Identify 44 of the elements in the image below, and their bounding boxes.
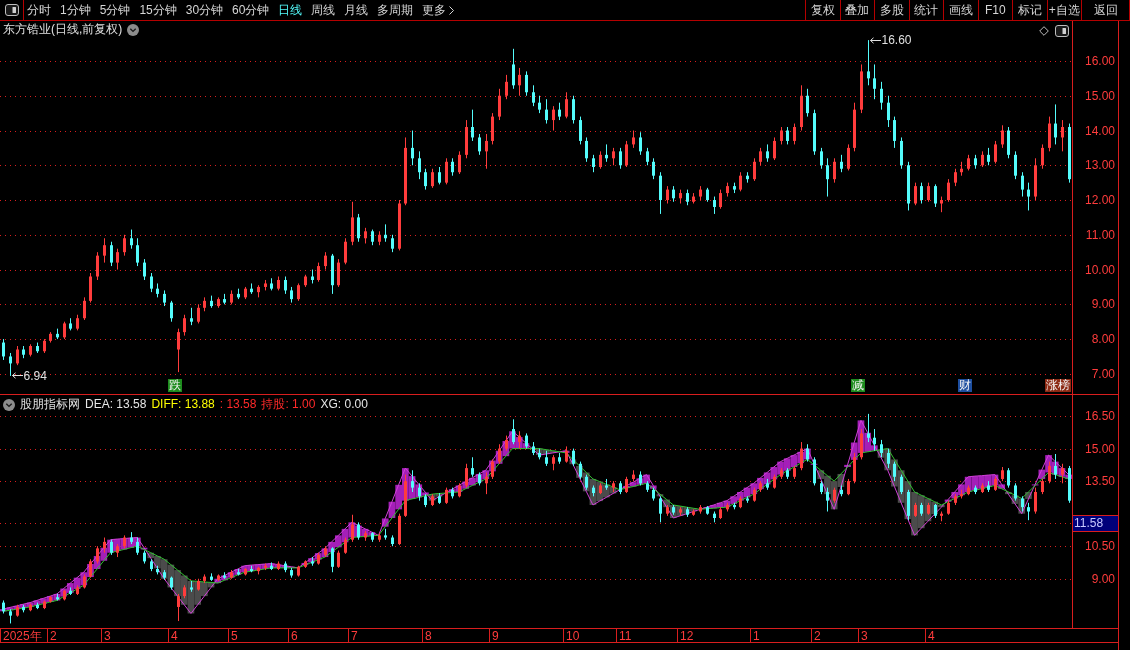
signal-tag: 涨榜 — [1045, 379, 1071, 392]
high-price-label: 16.60 — [881, 33, 912, 48]
price-axis-label: 11.00 — [1085, 227, 1115, 242]
price-axis-label: 13.50 — [1084, 474, 1115, 489]
time-axis-label: 11 — [616, 629, 632, 643]
time-axis-label: 2025年 — [0, 629, 42, 643]
price-axis-label: 10.50 — [1084, 539, 1115, 554]
price-tag: 11.58 — [1073, 514, 1118, 532]
price-axis-label: 13.00 — [1084, 158, 1115, 173]
price-axis-label: 9.00 — [1091, 297, 1115, 312]
indicator-reading: XG: 0.00 — [320, 397, 368, 412]
time-axis-label: 5 — [228, 629, 238, 643]
price-axis-label: 10.00 — [1084, 262, 1115, 277]
price-axis-label: 12.00 — [1084, 193, 1115, 207]
time-axis-label: 8 — [422, 629, 432, 643]
time-axis-label: 2 — [811, 629, 821, 643]
signal-tag: 跌 — [168, 379, 182, 392]
time-axis-label: 2 — [47, 629, 57, 643]
time-axis-label: 7 — [348, 629, 358, 643]
price-axis-label: 9.00 — [1091, 571, 1115, 586]
price-axis-label: 16.00 — [1084, 53, 1115, 68]
signal-tag: 财 — [958, 379, 972, 392]
stock-title: 东方锆业(日线,前复权) — [3, 22, 123, 37]
price-axis-label: 8.00 — [1091, 332, 1115, 347]
time-axis-label: 10 — [563, 629, 580, 643]
time-axis-label: 3 — [101, 629, 111, 643]
time-axis-label: 1 — [750, 629, 760, 643]
price-axis-label: 7.00 — [1091, 366, 1115, 381]
time-axis-label: 9 — [489, 629, 499, 643]
indicator-reading: DEA: 13.58 — [85, 397, 147, 412]
time-axis-label: 3 — [858, 629, 868, 643]
time-axis-label: 12 — [677, 629, 694, 643]
price-axis-label: 15.00 — [1084, 88, 1115, 103]
time-axis-label: 6 — [288, 629, 298, 643]
price-axis-label: 15.00 — [1084, 441, 1115, 456]
time-axis-label: 4 — [168, 629, 178, 643]
time-axis-label: 4 — [925, 629, 935, 643]
indicator-reading: 持股: 1.00 — [261, 397, 316, 412]
low-price-label: 6.94 — [23, 368, 47, 383]
signal-tag: 减 — [851, 379, 865, 392]
price-axis-label: 16.50 — [1084, 409, 1115, 424]
indicator-reading: DIFF: 13.88 — [151, 397, 215, 412]
indicator-reading: : 13.58 — [219, 397, 257, 412]
price-axis-label: 14.00 — [1084, 123, 1115, 138]
